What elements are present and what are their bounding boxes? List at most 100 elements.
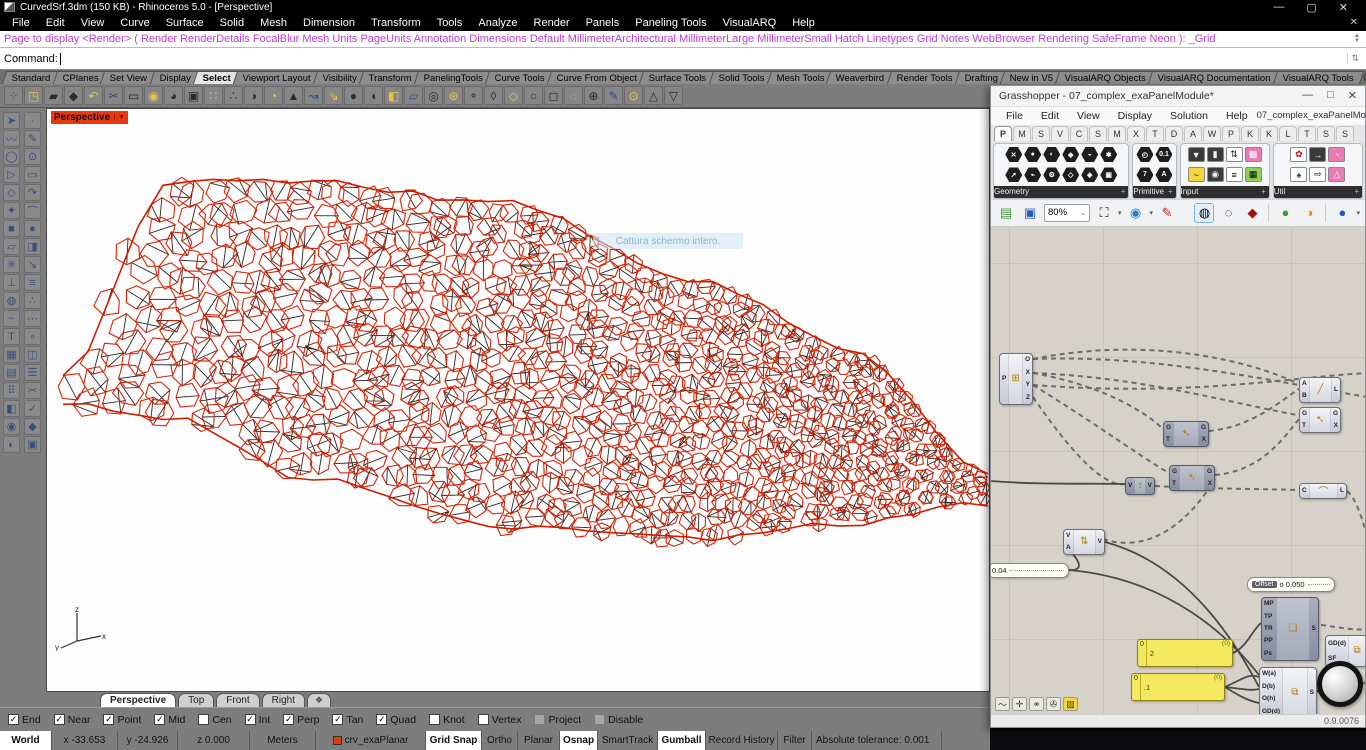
- output-port-x[interactable]: X: [1025, 369, 1030, 376]
- osnap-disable-checkbox[interactable]: ✓: [594, 714, 605, 725]
- geometry-component-icon[interactable]: ✱: [1100, 147, 1117, 162]
- geometry-component-icon[interactable]: ◐: [1043, 147, 1060, 162]
- perspective-viewport[interactable]: Perspective ▼ Cattura schermo intero. z …: [46, 108, 990, 692]
- toolbar-icon-16[interactable]: ↝: [304, 86, 323, 105]
- input-component-icon[interactable]: ≡: [1226, 167, 1243, 182]
- input-port-g[interactable]: G: [1166, 424, 1171, 431]
- toolbar-tab-panelingtools[interactable]: PanelingTools: [414, 71, 493, 84]
- gh-menu-edit[interactable]: Edit: [1032, 110, 1068, 122]
- gh-menu-display[interactable]: Display: [1109, 110, 1161, 122]
- sidebar-tool-icon-3[interactable]: 〰: [3, 130, 20, 147]
- input-port-p[interactable]: P: [1002, 375, 1006, 382]
- util-component-icon[interactable]: ⇨: [1309, 167, 1326, 182]
- menu-paneling-tools[interactable]: Paneling Tools: [627, 17, 714, 29]
- geometry-component-icon[interactable]: ●: [1024, 147, 1041, 162]
- sidebar-tool-icon-16[interactable]: ◨: [24, 238, 41, 255]
- toolbar-icon-25[interactable]: ◊: [484, 86, 503, 105]
- menu-curve[interactable]: Curve: [112, 17, 157, 29]
- toolbar-tab-mesh-tools[interactable]: Mesh Tools: [766, 71, 834, 84]
- status-absolute-tolerance-0-001[interactable]: Absolute tolerance: 0.001: [812, 731, 942, 750]
- new-viewport-tab-icon[interactable]: ❖: [307, 693, 331, 707]
- status-gumball[interactable]: Gumball: [658, 731, 706, 750]
- toolbar-icon-6[interactable]: ✂: [104, 86, 123, 105]
- input-port-a[interactable]: A: [1302, 380, 1307, 387]
- menu-mesh[interactable]: Mesh: [252, 17, 295, 29]
- input-port-g[interactable]: G: [1302, 410, 1307, 417]
- toolbar-icon-20[interactable]: ◧: [384, 86, 403, 105]
- vector-component[interactable]: V↕V: [1125, 477, 1155, 495]
- geometry-component-icon[interactable]: ◈: [1081, 167, 1098, 182]
- toolbar-icon-22[interactable]: ◎: [424, 86, 443, 105]
- sidebar-tool-icon-34[interactable]: ✓: [24, 400, 41, 417]
- sidebar-tool-icon-31[interactable]: ⠿: [3, 382, 20, 399]
- input-component-icon[interactable]: ~: [1188, 167, 1205, 182]
- osnap-mid[interactable]: ✓Mid: [154, 714, 185, 726]
- toolbar-icon-27[interactable]: ○: [524, 86, 543, 105]
- grasshopper-window[interactable]: Grasshopper - 07_complex_exaPanelModule*…: [990, 85, 1366, 728]
- sidebar-tool-icon-19[interactable]: ⊥: [3, 274, 20, 291]
- green-ball-icon[interactable]: ●: [1275, 203, 1295, 223]
- menu-help[interactable]: Help: [784, 17, 823, 29]
- osnap-point[interactable]: ✓Point: [103, 714, 141, 726]
- toolbar-icon-29[interactable]: ◌: [564, 86, 583, 105]
- gh-tab-1-p[interactable]: P: [994, 126, 1012, 141]
- toolbar-tab-visualarq-objects[interactable]: VisualARQ Objects: [1055, 71, 1156, 84]
- toolbar-icon-3[interactable]: ▰: [44, 86, 63, 105]
- toolbar-icon-14[interactable]: ◔: [264, 86, 283, 105]
- sidebar-tool-icon-22[interactable]: ∴: [24, 292, 41, 309]
- sidebar-tool-icon-20[interactable]: ≡: [24, 274, 41, 291]
- output-port-l[interactable]: L: [1340, 487, 1344, 494]
- data-panel[interactable]: 0(0).1: [1131, 673, 1225, 701]
- sidebar-tool-icon-38[interactable]: ▣: [24, 436, 41, 453]
- gh-tab-17-t[interactable]: T: [1298, 126, 1316, 141]
- sketch-icon[interactable]: ✎: [1157, 203, 1177, 223]
- osnap-end-checkbox[interactable]: ✓: [8, 714, 19, 725]
- sidebar-tool-icon-2[interactable]: ∙: [24, 112, 41, 129]
- gh-tab-4-v[interactable]: V: [1051, 126, 1069, 141]
- toolbar-icon-21[interactable]: ▱: [404, 86, 423, 105]
- toolbar-icon-2[interactable]: ◳: [24, 86, 43, 105]
- toolbar-tab-render-tools[interactable]: Render Tools: [887, 71, 963, 84]
- sidebar-tool-icon-11[interactable]: ✦: [3, 202, 20, 219]
- menu-analyze[interactable]: Analyze: [470, 17, 525, 29]
- toolbar-tab-transform[interactable]: Transform: [359, 71, 422, 84]
- canvas-widget-icon-4[interactable]: ✇: [1046, 697, 1061, 711]
- menu-edit[interactable]: Edit: [38, 17, 73, 29]
- sidebar-tool-icon-17[interactable]: ✳: [3, 256, 20, 273]
- input-port-w-a[interactable]: W(a): [1262, 670, 1280, 677]
- sidebar-tool-icon-21[interactable]: ◍: [3, 292, 20, 309]
- toolbar-icon-30[interactable]: ⊕: [584, 86, 603, 105]
- util-component-icon[interactable]: →: [1309, 147, 1326, 162]
- util-component-icon[interactable]: △: [1328, 167, 1345, 182]
- wireframe-preview-icon[interactable]: ◍: [1194, 203, 1214, 223]
- gh-menu-file[interactable]: File: [997, 110, 1032, 122]
- gh-tab-15-k[interactable]: K: [1260, 126, 1278, 141]
- output-port-g[interactable]: G: [1207, 468, 1212, 475]
- toolbar-tab-visualarq-tools[interactable]: VisualARQ Tools: [1273, 71, 1364, 84]
- deconstruct-plane[interactable]: P⊞OXYZ: [999, 353, 1033, 405]
- amplitude-component[interactable]: VA⇅V: [1063, 529, 1105, 555]
- input-port-gd-d[interactable]: GD(d): [1328, 640, 1346, 647]
- gh-menu-solution[interactable]: Solution: [1161, 110, 1217, 122]
- canvas-widget-icon-2[interactable]: ✛: [1012, 697, 1027, 711]
- status-ortho[interactable]: Ortho: [482, 731, 518, 750]
- zoom-select[interactable]: 80%⌄: [1044, 204, 1090, 222]
- input-port-pp[interactable]: PP: [1264, 637, 1274, 644]
- sidebar-tool-icon-12[interactable]: ⌒: [24, 202, 41, 219]
- osnap-tan[interactable]: ✓Tan: [332, 714, 363, 726]
- primitive-component-icon[interactable]: A: [1155, 167, 1172, 182]
- menu-file[interactable]: File: [4, 17, 38, 29]
- line-component[interactable]: AB╱L: [1299, 377, 1341, 403]
- toolbar-icon-13[interactable]: ◑: [244, 86, 263, 105]
- menu-render[interactable]: Render: [526, 17, 578, 29]
- viewport-menu-arrow-icon[interactable]: ▼: [114, 114, 125, 121]
- command-spinner-icon[interactable]: ⇅: [1347, 53, 1362, 64]
- sidebar-tool-icon-18[interactable]: ↘: [24, 256, 41, 273]
- geometry-component-icon[interactable]: ◒: [1081, 147, 1098, 162]
- move-component[interactable]: GT➴GX: [1163, 421, 1209, 447]
- sidebar-tool-icon-10[interactable]: ↷: [24, 184, 41, 201]
- geometry-component-icon[interactable]: ◆: [1062, 147, 1079, 162]
- sidebar-tool-icon-13[interactable]: ■: [3, 220, 20, 237]
- primitive-component-icon[interactable]: ◴: [1136, 147, 1153, 162]
- gh-tab-7-m[interactable]: M: [1108, 126, 1126, 141]
